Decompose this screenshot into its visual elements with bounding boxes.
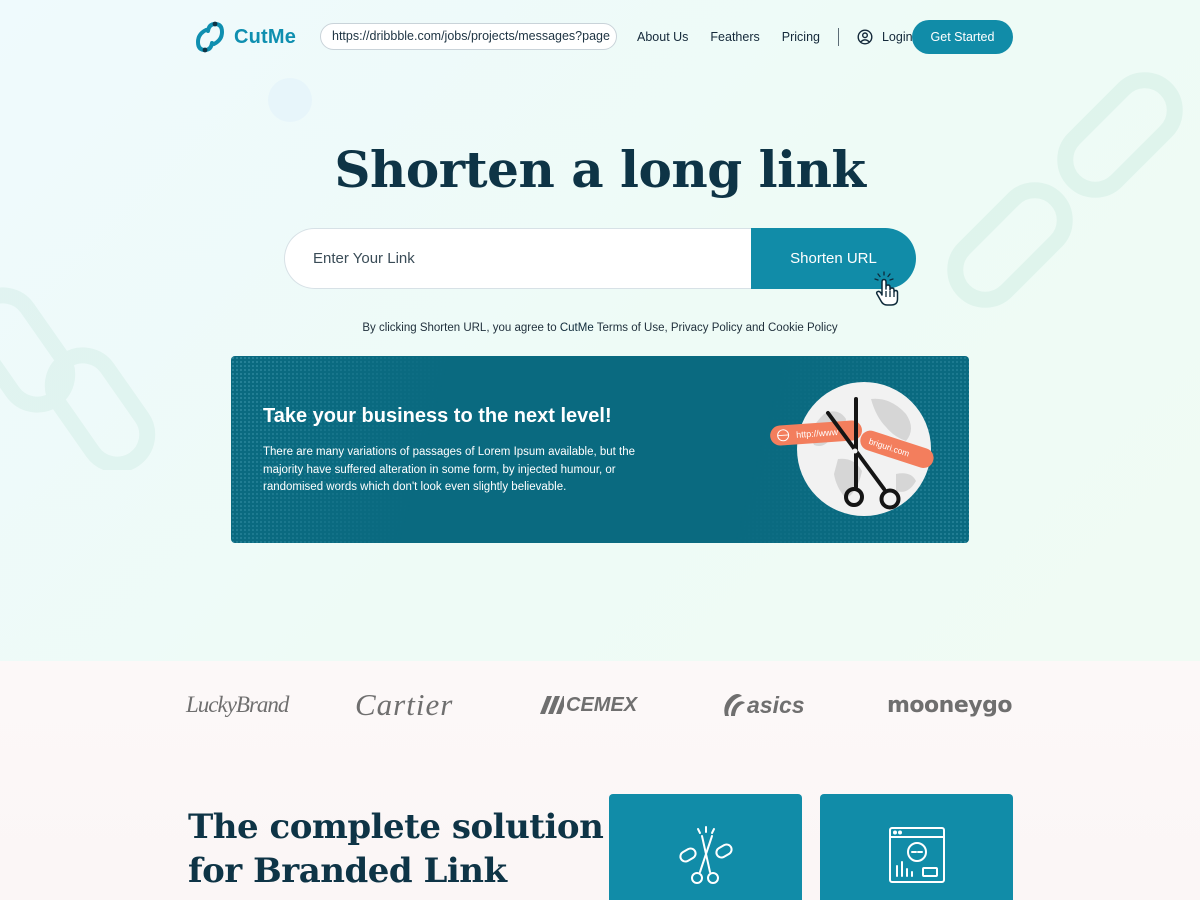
feature-card-manage[interactable] — [820, 794, 1013, 900]
current-url-field[interactable]: https://dribbble.com/jobs/projects/messa… — [320, 23, 617, 50]
asics-mark-icon — [724, 694, 745, 716]
terms-notice: By clicking Shorten URL, you agree to Cu… — [0, 322, 1200, 334]
get-started-button[interactable]: Get Started — [912, 20, 1013, 54]
logo[interactable]: CutMe — [192, 18, 296, 56]
promo-text: There are many variations of passages of… — [263, 446, 636, 493]
header: CutMe https://dribbble.com/jobs/projects… — [190, 18, 1013, 56]
cemex-mark-icon — [540, 696, 564, 714]
brand-logo-cartier: Cartier — [355, 687, 454, 722]
chain-decoration-icon — [0, 287, 156, 470]
scissors-link-icon — [679, 826, 733, 884]
chain-decoration-icon — [947, 72, 1183, 308]
promo-banner: Take your business to the next level! Th… — [231, 356, 969, 543]
cemex-text: CEMEX — [566, 693, 638, 716]
asics-text: asics — [747, 691, 805, 718]
shorten-form: Shorten URL — [284, 228, 916, 289]
terms-brand: CutMe — [559, 322, 594, 334]
brand-logo-mooneygo: mooneygo — [887, 692, 1012, 718]
solution-title-line1: The complete solution — [188, 807, 604, 847]
brand-logo-asics: asics — [722, 684, 805, 726]
solution-title: The complete solution for Branded Link — [188, 805, 608, 893]
hand-cursor-icon — [874, 271, 899, 306]
nav-about-us[interactable]: About Us — [637, 30, 688, 44]
globe-scissors-illustration: http://www briguri.com — [770, 382, 934, 516]
main-nav: About Us Feathers Pricing Login — [637, 18, 913, 56]
login-link[interactable]: Login — [857, 29, 913, 45]
brand-logo-luckybrand: LuckyBrand — [186, 692, 289, 717]
browser-link-icon — [889, 827, 945, 883]
brand-logo-cemex: CEMEX — [540, 684, 637, 726]
decor-circle — [268, 78, 312, 122]
terms-links[interactable]: Terms of Use, Privacy Policy and Cookie … — [594, 322, 838, 334]
link-input[interactable] — [284, 228, 764, 289]
logo-link-icon — [195, 21, 225, 53]
logo-text: CutMe — [234, 25, 297, 48]
nav-feathers[interactable]: Feathers — [710, 30, 759, 44]
solution-title-line2: for Branded Link — [188, 851, 507, 891]
nav-pricing[interactable]: Pricing — [782, 30, 820, 44]
user-icon — [857, 29, 873, 45]
feature-card-shorten[interactable] — [609, 794, 802, 900]
login-label: Login — [881, 30, 913, 44]
hero-title: Shorten a long link — [334, 140, 866, 199]
promo-title: Take your business to the next level! — [263, 405, 612, 427]
terms-prefix: By clicking Shorten URL, you agree to — [362, 322, 560, 334]
nav-divider — [837, 28, 839, 46]
